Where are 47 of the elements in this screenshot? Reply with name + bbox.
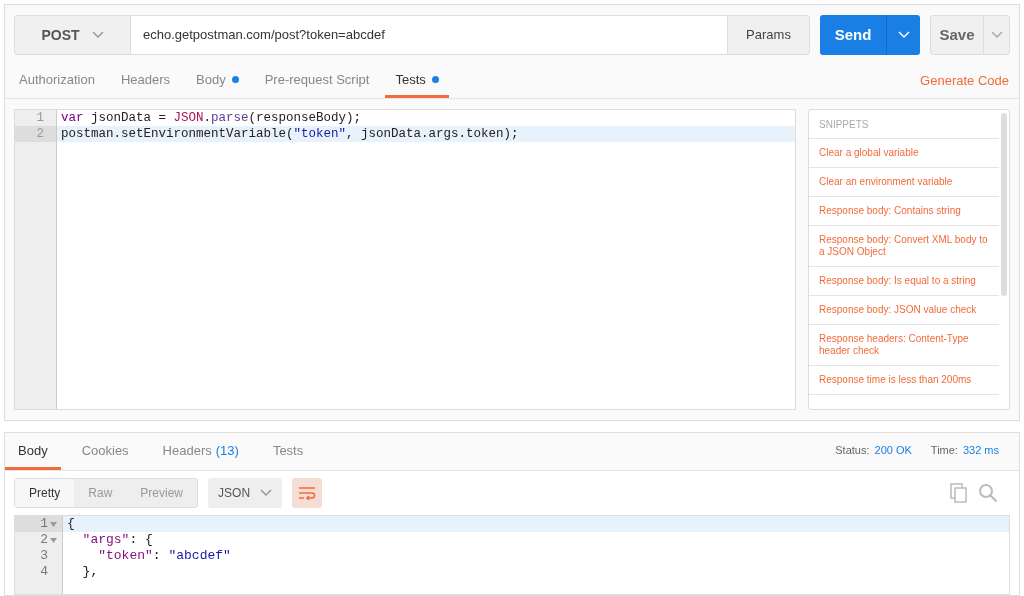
generate-code-link[interactable]: Generate Code (920, 70, 1009, 90)
code-line: var jsonData = JSON.parse(responseBody); (60, 110, 363, 126)
snippet-link[interactable]: Response time is less than 200ms (809, 366, 999, 395)
snippets-title: SNIPPETS (809, 110, 999, 139)
code-line: "args": { (81, 532, 154, 548)
line-number: 1 (40, 516, 48, 532)
caret-icon (260, 489, 273, 497)
snippet-link[interactable]: Clear an environment variable (809, 168, 999, 197)
snippet-link[interactable]: Clear a global variable (809, 139, 999, 168)
response-tab[interactable]: Cookies (68, 434, 142, 470)
line-number: 4 (40, 564, 48, 580)
status-label: Status: (835, 442, 870, 458)
fold-icon[interactable] (50, 537, 57, 543)
snippet-link[interactable]: Response body: Contains string (809, 197, 999, 226)
view-mode-tab[interactable]: Pretty (15, 479, 75, 507)
snippet-link[interactable]: Response headers: Content-Type header check (809, 325, 999, 366)
response-tab[interactable]: Headers (13) (149, 434, 252, 470)
request-tab[interactable]: Tests (385, 64, 449, 98)
format-dropdown[interactable]: JSON (208, 478, 283, 508)
snippet-link[interactable]: Response body: Convert XML body to a JSON Object (809, 226, 999, 267)
request-tab[interactable]: Body (186, 64, 249, 98)
scrollbar-thumb[interactable] (1001, 113, 1007, 296)
response-tab[interactable]: Body (5, 434, 61, 470)
snippet-link[interactable]: Response body: Is equal to a string (809, 267, 999, 296)
search-icon[interactable] (978, 483, 998, 503)
line-number: 3 (40, 548, 48, 564)
code-line: }, (81, 564, 100, 580)
time-value: 332 ms (962, 442, 999, 458)
request-tab[interactable]: Headers (110, 64, 181, 98)
copy-icon[interactable] (950, 483, 968, 503)
view-mode-tab[interactable]: Preview (126, 479, 198, 507)
status-value: 200 OK (874, 442, 912, 458)
line-number: 2 (15, 126, 56, 142)
request-tab[interactable]: Authorization (9, 64, 105, 98)
request-tab[interactable]: Pre-request Script (254, 64, 380, 98)
fold-icon[interactable] (50, 521, 57, 527)
caret-icon (897, 31, 910, 39)
view-mode-tab[interactable]: Raw (74, 479, 127, 507)
wrap-lines-button[interactable] (292, 478, 323, 508)
snippet-link[interactable]: Response body: JSON value check (809, 296, 999, 325)
line-number: 1 (35, 110, 45, 126)
code-line: "token": "abcdef" (97, 548, 232, 564)
time-label: Time: (930, 442, 958, 458)
caret-icon (990, 31, 1003, 39)
response-tab[interactable]: Tests (259, 434, 317, 470)
line-number: 2 (40, 532, 48, 548)
wrap-icon (298, 486, 317, 500)
